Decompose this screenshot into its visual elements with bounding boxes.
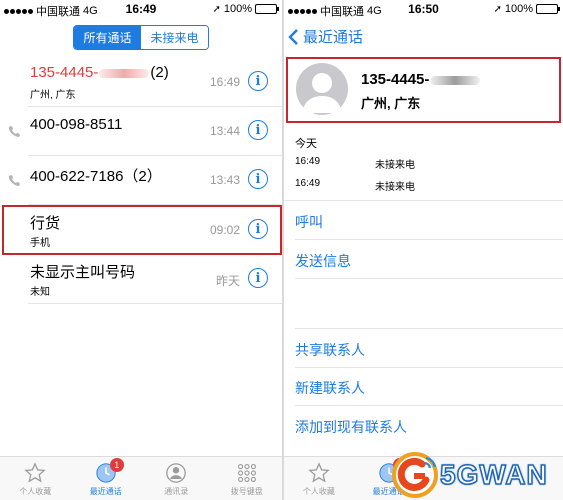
star-icon: [308, 462, 330, 484]
chevron-left-icon: [288, 28, 298, 45]
history-row: 16:49 未接来电: [295, 156, 415, 171]
call-row[interactable]: 400-622-7186（2） 13:43 i: [0, 156, 282, 205]
battery-icon: [255, 4, 279, 14]
call-row[interactable]: 400-098-8511 13:44 i: [0, 107, 282, 156]
watermark-text: 5GWAN: [439, 458, 548, 491]
info-icon[interactable]: i: [248, 169, 268, 189]
caller-name: 未显示主叫号码: [30, 264, 136, 281]
tab-label: 个人收藏: [19, 487, 52, 496]
info-icon[interactable]: i: [248, 71, 268, 91]
create-contact-action[interactable]: 新建联系人: [295, 378, 365, 398]
tab-label: 拨号键盘: [230, 487, 263, 496]
highlight-box: [286, 57, 561, 123]
call-time: 13:44: [209, 124, 240, 138]
redacted-digits: [99, 68, 150, 78]
tab-keypad[interactable]: 拨号键盘: [212, 457, 283, 500]
back-button[interactable]: 最近通话: [288, 26, 363, 47]
watermark-logo-icon: [392, 452, 438, 498]
caller-subtitle: 未知: [30, 287, 50, 298]
battery-percent: 100%: [504, 3, 533, 15]
tab-favorites[interactable]: 个人收藏: [0, 457, 71, 500]
caller-name: 400-098-8511: [30, 116, 123, 133]
caller-name: 135-4445- (2): [30, 64, 169, 81]
highlight-box: [2, 205, 282, 255]
divider: [295, 278, 563, 279]
back-label: 最近通话: [303, 29, 364, 46]
recents-list-screen: 中国联通 4G 16:49 ➚ 100% 所有通话 未接来电 135-4445-…: [0, 0, 282, 500]
call-filter-segmented-control: 所有通话 未接来电: [73, 25, 209, 50]
status-bar: 中国联通 4G 16:50 ➚ 100%: [284, 0, 563, 19]
location-icon: ➚: [493, 3, 502, 15]
caller-subtitle: 广州, 广东: [30, 90, 76, 101]
call-row[interactable]: 未显示主叫号码未知 昨天 i: [0, 255, 282, 304]
tab-favorites[interactable]: 个人收藏: [284, 457, 354, 500]
outgoing-call-icon: [8, 175, 20, 186]
tab-label: 通讯录: [164, 487, 189, 496]
call-time: 13:43: [209, 173, 240, 187]
divider: [284, 200, 563, 201]
watermark: 5GWAN: [392, 452, 548, 498]
add-to-existing-contact-action[interactable]: 添加到现有联系人: [295, 417, 407, 437]
history-row: 16:49 未接来电: [295, 178, 415, 193]
missed-call-badge: 1: [109, 458, 124, 472]
star-icon: [24, 462, 46, 484]
call-row[interactable]: 135-4445- (2) 广州, 广东 16:49 i: [0, 58, 282, 107]
tab-recents[interactable]: 1 最近通话: [71, 457, 142, 500]
tab-contacts[interactable]: 通讯录: [141, 457, 212, 500]
send-message-action[interactable]: 发送信息: [295, 251, 351, 271]
history-date-heading: 今天: [295, 138, 317, 150]
location-icon: ➚: [212, 3, 221, 15]
tab-bar: 个人收藏 1 最近通话 通讯录 拨号键盘: [0, 456, 282, 500]
divider: [295, 405, 563, 406]
divider: [28, 303, 282, 304]
segment-all-calls[interactable]: 所有通话: [74, 26, 141, 49]
battery-icon: [536, 4, 560, 14]
call-time: 昨天: [215, 274, 240, 288]
divider: [295, 367, 563, 368]
call-detail-screen: 中国联通 4G 16:50 ➚ 100% 最近通话 135-4445- 广州, …: [284, 0, 563, 500]
call-action[interactable]: 呼叫: [295, 212, 323, 232]
info-icon[interactable]: i: [248, 120, 268, 140]
status-bar: 中国联通 4G 16:49 ➚ 100%: [0, 0, 282, 19]
contacts-icon: [165, 462, 187, 484]
segment-missed-calls[interactable]: 未接来电: [141, 26, 208, 49]
outgoing-call-icon: [8, 126, 20, 137]
battery-percent: 100%: [223, 3, 252, 15]
divider: [295, 239, 563, 240]
info-icon[interactable]: i: [248, 268, 268, 288]
divider: [295, 328, 563, 329]
caller-name: 400-622-7186（2）: [30, 168, 162, 185]
tab-label: 最近通话: [89, 487, 122, 496]
call-time: 16:49: [209, 75, 240, 89]
tab-label: 个人收藏: [302, 487, 335, 496]
keypad-icon: [236, 462, 258, 484]
share-contact-action[interactable]: 共享联系人: [295, 340, 365, 360]
